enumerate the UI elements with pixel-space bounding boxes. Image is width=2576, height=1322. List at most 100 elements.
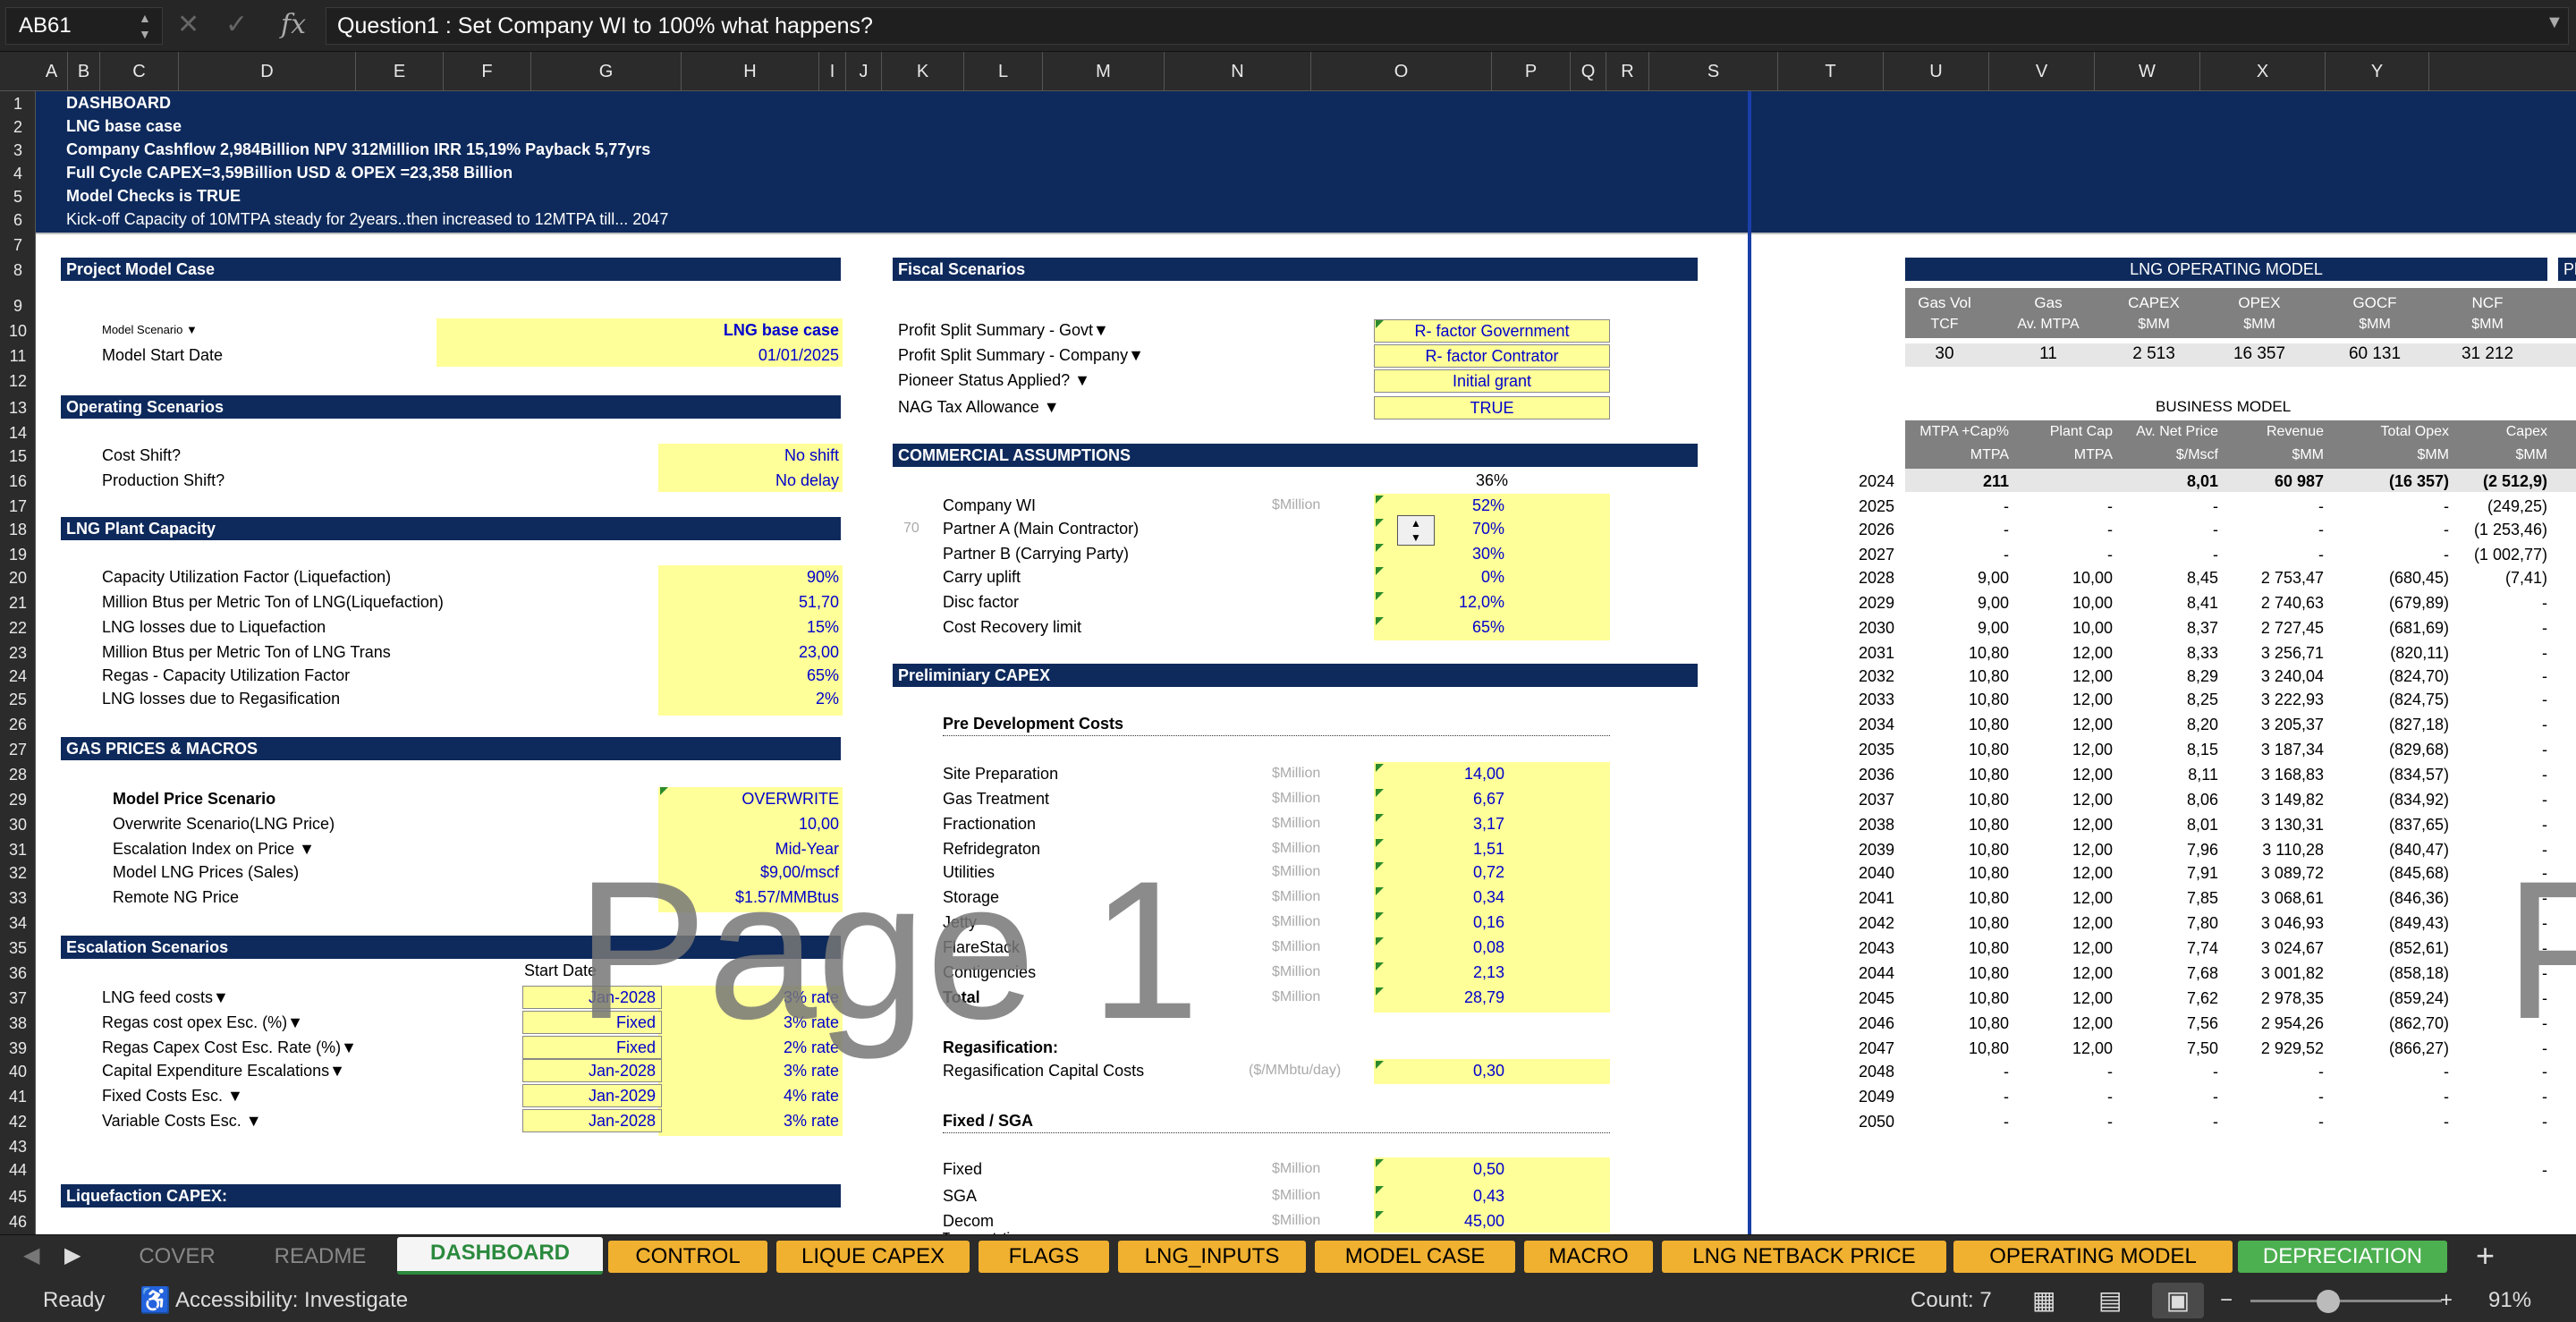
predev-value[interactable]: 3,17 [1374, 812, 1508, 835]
row-header-23[interactable]: 23 [0, 640, 36, 665]
sga-value[interactable]: 45,00 [1374, 1209, 1508, 1233]
normal-view-icon[interactable]: ▦ [2032, 1279, 2055, 1322]
scroll-left-icon[interactable]: ◀ [23, 1242, 39, 1268]
row-header-21[interactable]: 21 [0, 590, 36, 615]
escalation-rate[interactable]: 3% rate [658, 1011, 843, 1034]
row-header-9[interactable]: 9 [0, 293, 36, 318]
commercial-value[interactable]: 30% [1374, 542, 1508, 565]
predev-value[interactable]: 28,79 [1374, 986, 1508, 1009]
formula-input[interactable]: Question1 : Set Company WI to 100% what … [326, 7, 2569, 45]
predev-value[interactable]: 6,67 [1374, 787, 1508, 810]
row-header-17[interactable]: 17 [0, 494, 36, 519]
column-header-S[interactable]: S [1649, 52, 1778, 91]
fiscal-value[interactable]: R- factor Contrator [1374, 344, 1610, 368]
price-value[interactable]: OVERWRITE [658, 787, 843, 810]
row-header-34[interactable]: 34 [0, 911, 36, 936]
escalation-rate[interactable]: 3% rate [658, 1109, 843, 1132]
sheet-tab-lique-capex[interactable]: LIQUE CAPEX [776, 1241, 970, 1273]
row-header-7[interactable]: 7 [0, 233, 36, 258]
column-header-C[interactable]: C [100, 52, 179, 91]
row-header-18[interactable]: 18 [0, 517, 36, 542]
row-header-19[interactable]: 19 [0, 542, 36, 567]
sheet-tab-flags[interactable]: FLAGS [979, 1241, 1109, 1273]
row-header-32[interactable]: 32 [0, 860, 36, 886]
regas-value[interactable]: 0,30 [1374, 1059, 1508, 1082]
row-header-41[interactable]: 41 [0, 1084, 36, 1109]
sheet-tab-readme[interactable]: README [249, 1241, 392, 1273]
row-header-3[interactable]: 3 [0, 138, 36, 163]
predev-value[interactable]: 0,16 [1374, 911, 1508, 934]
capacity-value[interactable]: 23,00 [658, 640, 843, 664]
price-value[interactable]: $9,00/mscf [658, 860, 843, 884]
escalation-date[interactable]: Jan-2029 [522, 1084, 662, 1107]
fiscal-value[interactable]: Initial grant [1374, 369, 1610, 393]
row-header-35[interactable]: 35 [0, 936, 36, 961]
escalation-date[interactable]: Fixed [522, 1036, 662, 1059]
predev-value[interactable]: 0,72 [1374, 860, 1508, 884]
wi-spin-button[interactable]: ▲ ▼ [1397, 515, 1435, 546]
commercial-value[interactable]: 65% [1374, 615, 1508, 639]
row-header-16[interactable]: 16 [0, 469, 36, 494]
row-header-2[interactable]: 2 [0, 114, 36, 140]
sheet-tab-operating-model[interactable]: OPERATING MODEL [1953, 1241, 2233, 1273]
sheet-tab-dashboard[interactable]: DASHBOARD [397, 1237, 603, 1275]
row-header-44[interactable]: 44 [0, 1157, 36, 1182]
row-header-4[interactable]: 4 [0, 161, 36, 186]
scroll-right-icon[interactable]: ▶ [64, 1242, 80, 1268]
column-header-O[interactable]: O [1311, 52, 1492, 91]
row-header-43[interactable]: 43 [0, 1134, 36, 1159]
sheet-tab-lng-inputs[interactable]: LNG_INPUTS [1118, 1241, 1306, 1273]
row-header-26[interactable]: 26 [0, 712, 36, 737]
commercial-value[interactable]: 12,0% [1374, 590, 1508, 614]
row-header-37[interactable]: 37 [0, 986, 36, 1011]
row-header-11[interactable]: 11 [0, 343, 36, 369]
expand-formula-icon[interactable]: ▼ [2546, 13, 2563, 33]
predev-value[interactable]: 14,00 [1374, 762, 1508, 785]
predev-value[interactable]: 2,13 [1374, 961, 1508, 984]
row-header-12[interactable]: 12 [0, 369, 36, 394]
row-header-30[interactable]: 30 [0, 812, 36, 837]
escalation-rate[interactable]: 3% rate [658, 1059, 843, 1082]
column-header-F[interactable]: F [444, 52, 531, 91]
escalation-rate[interactable]: 2% rate [658, 1036, 843, 1059]
accessibility-icon[interactable]: ♿ [140, 1279, 171, 1322]
name-box[interactable]: AB61 ▲ ▼ [5, 7, 163, 45]
sheet-tab-depreciation[interactable]: DEPRECIATION [2238, 1241, 2447, 1273]
sheet-tab-model-case[interactable]: MODEL CASE [1315, 1241, 1515, 1273]
zoom-out-button[interactable]: − [2220, 1279, 2233, 1322]
row-header-10[interactable]: 10 [0, 318, 36, 343]
capacity-value[interactable]: 2% [658, 687, 843, 710]
row-header-45[interactable]: 45 [0, 1184, 36, 1209]
column-header-A[interactable]: A [36, 52, 68, 91]
column-header-T[interactable]: T [1778, 52, 1884, 91]
zoom-slider-track[interactable] [2250, 1300, 2442, 1302]
capacity-value[interactable]: 65% [658, 664, 843, 687]
column-header-G[interactable]: G [531, 52, 682, 91]
escalation-date[interactable]: Fixed [522, 1011, 662, 1034]
row-header-39[interactable]: 39 [0, 1036, 36, 1061]
column-header-I[interactable]: I [819, 52, 846, 91]
zoom-slider-thumb[interactable] [2317, 1290, 2340, 1313]
predev-value[interactable]: 0,34 [1374, 886, 1508, 909]
model-start-value[interactable]: 01/01/2025 [436, 343, 843, 367]
zoom-in-button[interactable]: + [2440, 1279, 2453, 1322]
row-header-22[interactable]: 22 [0, 615, 36, 640]
function-icon[interactable]: fx [281, 9, 306, 40]
add-sheet-button[interactable]: + [2476, 1237, 2495, 1275]
row-header-29[interactable]: 29 [0, 787, 36, 812]
commercial-value[interactable]: 70% [1374, 517, 1508, 540]
commercial-value[interactable]: 0% [1374, 565, 1508, 589]
page-break-view-icon[interactable]: ▣ [2152, 1283, 2204, 1318]
commercial-value[interactable]: 52% [1374, 494, 1508, 517]
row-header-15[interactable]: 15 [0, 444, 36, 469]
row-header-33[interactable]: 33 [0, 886, 36, 911]
fiscal-value[interactable]: R- factor Government [1374, 319, 1610, 343]
row-header-20[interactable]: 20 [0, 565, 36, 590]
zoom-level[interactable]: 91% [2488, 1279, 2531, 1322]
row-header-46[interactable]: 46 [0, 1209, 36, 1234]
row-header-24[interactable]: 24 [0, 664, 36, 689]
row-header-27[interactable]: 27 [0, 737, 36, 762]
column-header-W[interactable]: W [2095, 52, 2200, 91]
capacity-value[interactable]: 51,70 [658, 590, 843, 614]
row-header-8[interactable]: 8 [0, 258, 36, 283]
